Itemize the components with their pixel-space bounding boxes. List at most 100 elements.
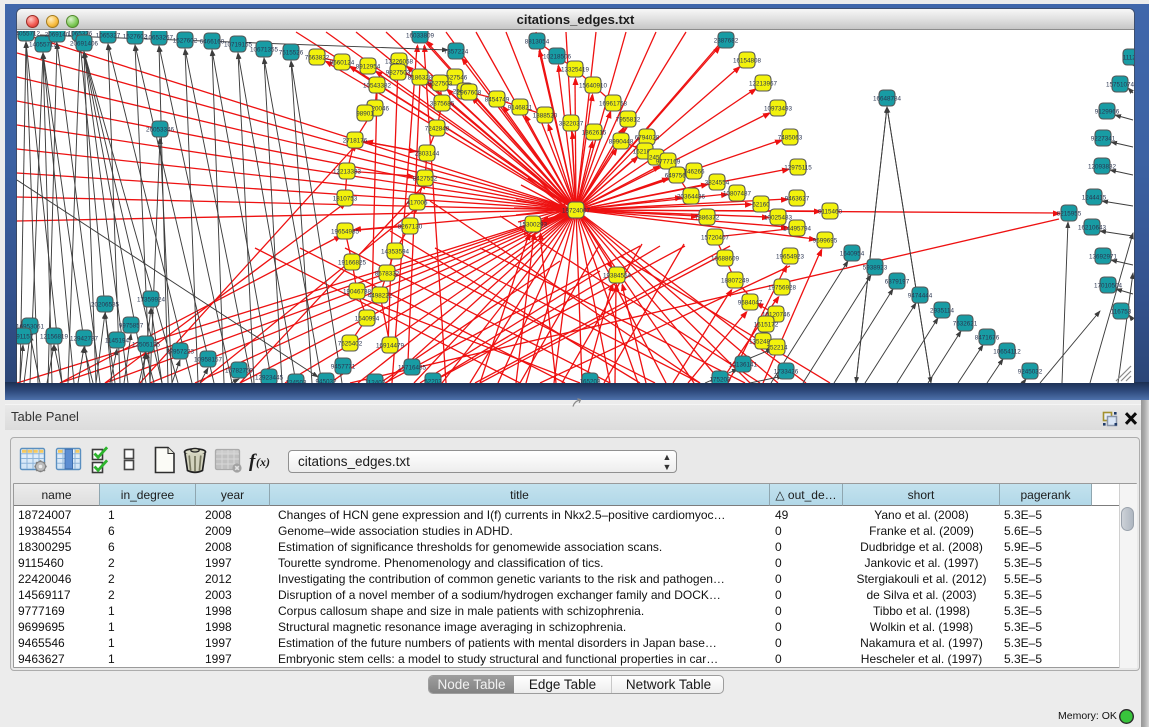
svg-text:10543382: 10543382 [363,83,392,90]
svg-text:9146821: 9146821 [508,105,533,112]
svg-text:18807249: 18807249 [721,278,750,285]
svg-text:7625402: 7625402 [338,341,363,348]
svg-text:1810753: 1810753 [333,196,358,203]
svg-text:19756928: 19756928 [768,285,797,292]
svg-text:10958157: 10958157 [194,357,223,364]
svg-text:8471676: 8471676 [975,335,1000,342]
svg-text:7357224: 7357224 [444,49,469,56]
svg-text:16648784: 16648784 [873,96,902,103]
svg-text:9975857: 9975857 [119,323,144,330]
svg-text:1615172: 1615172 [754,322,779,329]
svg-text:16154808: 16154808 [733,58,762,65]
svg-text:19166825: 19166825 [338,260,367,267]
svg-text:165203: 165203 [579,379,601,384]
svg-text:6466160: 6466160 [200,39,225,46]
svg-text:417006: 417006 [406,200,428,207]
svg-text:8267130: 8267130 [398,224,423,231]
svg-text:7663822: 7663822 [305,55,330,62]
svg-text:19654923: 19654923 [776,254,805,261]
svg-text:9457771: 9457771 [331,364,356,371]
svg-text:12093832: 12093832 [1088,164,1117,171]
svg-text:9463627: 9463627 [785,196,810,203]
svg-text:8813054: 8813054 [525,39,550,46]
svg-text:10218506: 10218506 [543,54,572,61]
svg-text:3824554: 3824554 [705,180,730,187]
svg-text:17010504: 17010504 [1094,283,1123,290]
svg-text:62160: 62160 [752,202,770,209]
svg-text:18724007: 18724007 [562,208,591,215]
svg-text:8454749: 8454749 [485,97,510,104]
svg-text:4498222: 4498222 [368,293,393,300]
svg-text:1733426: 1733426 [774,369,799,376]
svg-text:10807487: 10807487 [723,191,752,198]
svg-text:1640954: 1640954 [840,251,865,258]
svg-text:9684047: 9684047 [738,300,763,307]
svg-text:12213967: 12213967 [749,81,778,88]
svg-text:8990448: 8990448 [609,139,634,146]
svg-text:16033809: 16033809 [406,33,435,40]
svg-text:26053346: 26053346 [146,127,175,134]
svg-text:6794028: 6794028 [635,135,660,142]
svg-text:8912954: 8912954 [356,64,381,71]
svg-text:12923445: 12923445 [255,375,284,382]
svg-text:2967608: 2967608 [457,90,482,97]
svg-text:7485063: 7485063 [778,135,803,142]
svg-text:7886372: 7886372 [695,215,720,222]
svg-text:10671355: 10671355 [250,47,279,54]
svg-text:10719155: 10719155 [224,42,253,49]
svg-text:8660124: 8660124 [330,60,355,67]
svg-text:7632621: 7632621 [953,321,978,328]
svg-text:16210643: 16210643 [1078,225,1107,232]
svg-text:13692971: 13692971 [1089,254,1118,261]
svg-text:2387682: 2387682 [714,38,739,45]
svg-text:20691406: 20691406 [70,41,99,48]
svg-text:9245032: 9245032 [1018,369,1043,376]
svg-text:12975115: 12975115 [784,165,812,172]
svg-text:5938923: 5938923 [863,265,888,272]
svg-text:7955812: 7955812 [616,117,641,124]
svg-text:10653267: 10653267 [145,35,174,42]
svg-text:9129966: 9129966 [1095,109,1120,116]
svg-text:124503: 124503 [285,380,307,384]
svg-text:1244415: 1244415 [1082,195,1107,202]
svg-text:14353594: 14353594 [381,249,410,256]
svg-text:9777169: 9777169 [656,159,681,166]
svg-text:3822037: 3822037 [559,121,584,128]
svg-text:7515526: 7515526 [279,50,304,57]
svg-text:17957223: 17957223 [166,349,195,356]
svg-text:7242848: 7242848 [425,126,450,133]
svg-text:1362615: 1362615 [582,130,607,137]
svg-text:8678332: 8678332 [375,271,400,278]
svg-text:9699695: 9699695 [813,238,838,245]
svg-text:14495794: 14495794 [783,226,812,233]
svg-text:991157: 991157 [17,334,34,341]
svg-text:112403: 112403 [365,380,386,384]
svg-text:1145194: 1145194 [105,338,130,345]
svg-text:11122: 11122 [1123,55,1134,62]
svg-text:8427552: 8427552 [413,176,438,183]
svg-text:9115460: 9115460 [818,209,843,216]
svg-text:15640910: 15640910 [579,83,608,90]
svg-text:2069140: 2069140 [45,32,70,39]
svg-text:1065327: 1065327 [96,33,121,40]
svg-text:8215955: 8215955 [1057,211,1082,218]
svg-text:9227341: 9227341 [1091,136,1116,143]
svg-text:16782759: 16782759 [225,368,254,375]
svg-text:12156819: 12156819 [40,334,69,341]
svg-text:2803144: 2803144 [415,151,440,158]
svg-text:10654112: 10654112 [993,349,1021,356]
svg-text:17359924: 17359924 [137,297,166,304]
svg-text:252214: 252214 [766,345,788,352]
svg-text:20364436: 20364436 [677,194,706,201]
svg-text:945032: 945032 [315,379,337,384]
svg-text:10973493: 10973493 [764,106,793,113]
svg-text:15720407: 15720407 [701,235,730,242]
svg-text:9527503: 9527503 [428,81,453,88]
svg-text:15751074: 15751074 [1106,82,1134,89]
svg-text:1527602: 1527602 [173,38,198,45]
svg-text:98901: 98901 [356,111,374,118]
svg-text:1388520: 1388520 [533,113,558,120]
svg-text:10688609: 10688609 [711,256,740,263]
svg-text:(x): (x) [256,455,270,469]
svg-text:12942737: 12942737 [70,336,99,343]
